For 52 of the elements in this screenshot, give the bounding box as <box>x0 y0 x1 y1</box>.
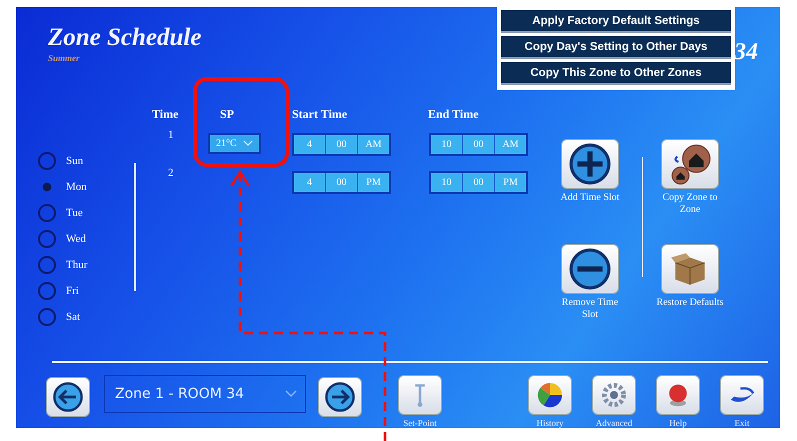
menu-item[interactable]: Apply Factory Default Settings <box>501 10 731 33</box>
action-label: Copy Zone to Zone <box>662 192 718 216</box>
chevron-icon <box>285 390 297 398</box>
menu-item[interactable]: Copy Day's Setting to Other Days <box>501 36 731 59</box>
copy-button[interactable] <box>661 139 719 189</box>
column-header: SP <box>219 106 236 122</box>
day-radio[interactable] <box>38 204 56 222</box>
day-label: Sun <box>66 155 84 167</box>
minus-icon <box>569 248 611 290</box>
toolbar-label: Set-Point <box>403 418 437 428</box>
toolbar-label: History <box>536 418 564 428</box>
setpoint-dropdown[interactable]: 21°C <box>208 133 261 154</box>
help-button[interactable] <box>656 375 700 415</box>
history-button[interactable] <box>528 375 572 415</box>
day-radio[interactable] <box>38 152 56 170</box>
slot-number: 2 <box>168 167 174 179</box>
plus-icon <box>569 143 611 185</box>
previous-zone-button[interactable] <box>46 377 90 417</box>
day-radio[interactable] <box>38 282 56 300</box>
action-label: Remove Time Slot <box>560 297 620 321</box>
column-header: Time <box>151 106 180 122</box>
season-label: Summer <box>48 53 81 63</box>
action-label: Add Time Slot <box>560 192 620 204</box>
day-label: Fri <box>66 285 79 297</box>
day-radio[interactable] <box>38 256 56 274</box>
remove-button[interactable] <box>561 244 619 294</box>
day-label: Tue <box>66 207 83 219</box>
day-radio[interactable] <box>38 308 56 326</box>
toolbar-label: Help <box>669 418 687 428</box>
house-copy-icon <box>669 143 711 185</box>
add-button[interactable] <box>561 139 619 189</box>
day-label: Mon <box>66 181 87 193</box>
exit-button[interactable] <box>720 375 764 415</box>
zone-number: 34 <box>734 39 758 67</box>
toolbar-label: Advanced <box>596 418 632 428</box>
day-label: Thur <box>66 259 88 271</box>
chevron-icon <box>242 140 253 147</box>
slot-number: 1 <box>168 129 174 141</box>
advanced-button[interactable] <box>592 375 636 415</box>
day-radio[interactable] <box>38 230 56 248</box>
next-zone-button[interactable] <box>318 377 362 417</box>
zone-dropdown[interactable]: Zone 1 - ROOM 34 <box>104 375 306 413</box>
column-header: End Time <box>428 106 480 122</box>
setpoint-button[interactable] <box>398 375 442 415</box>
menu-item[interactable]: Copy This Zone to Other Zones <box>501 62 731 85</box>
action-label: Restore Defaults <box>656 297 724 309</box>
screen-title: Zone Schedule <box>48 23 202 53</box>
day-label: Sat <box>66 311 80 323</box>
column-header: Start Time <box>292 106 348 122</box>
toolbar-label: Exit <box>734 418 750 428</box>
day-label: Wed <box>66 233 86 245</box>
restore-button[interactable] <box>661 244 719 294</box>
